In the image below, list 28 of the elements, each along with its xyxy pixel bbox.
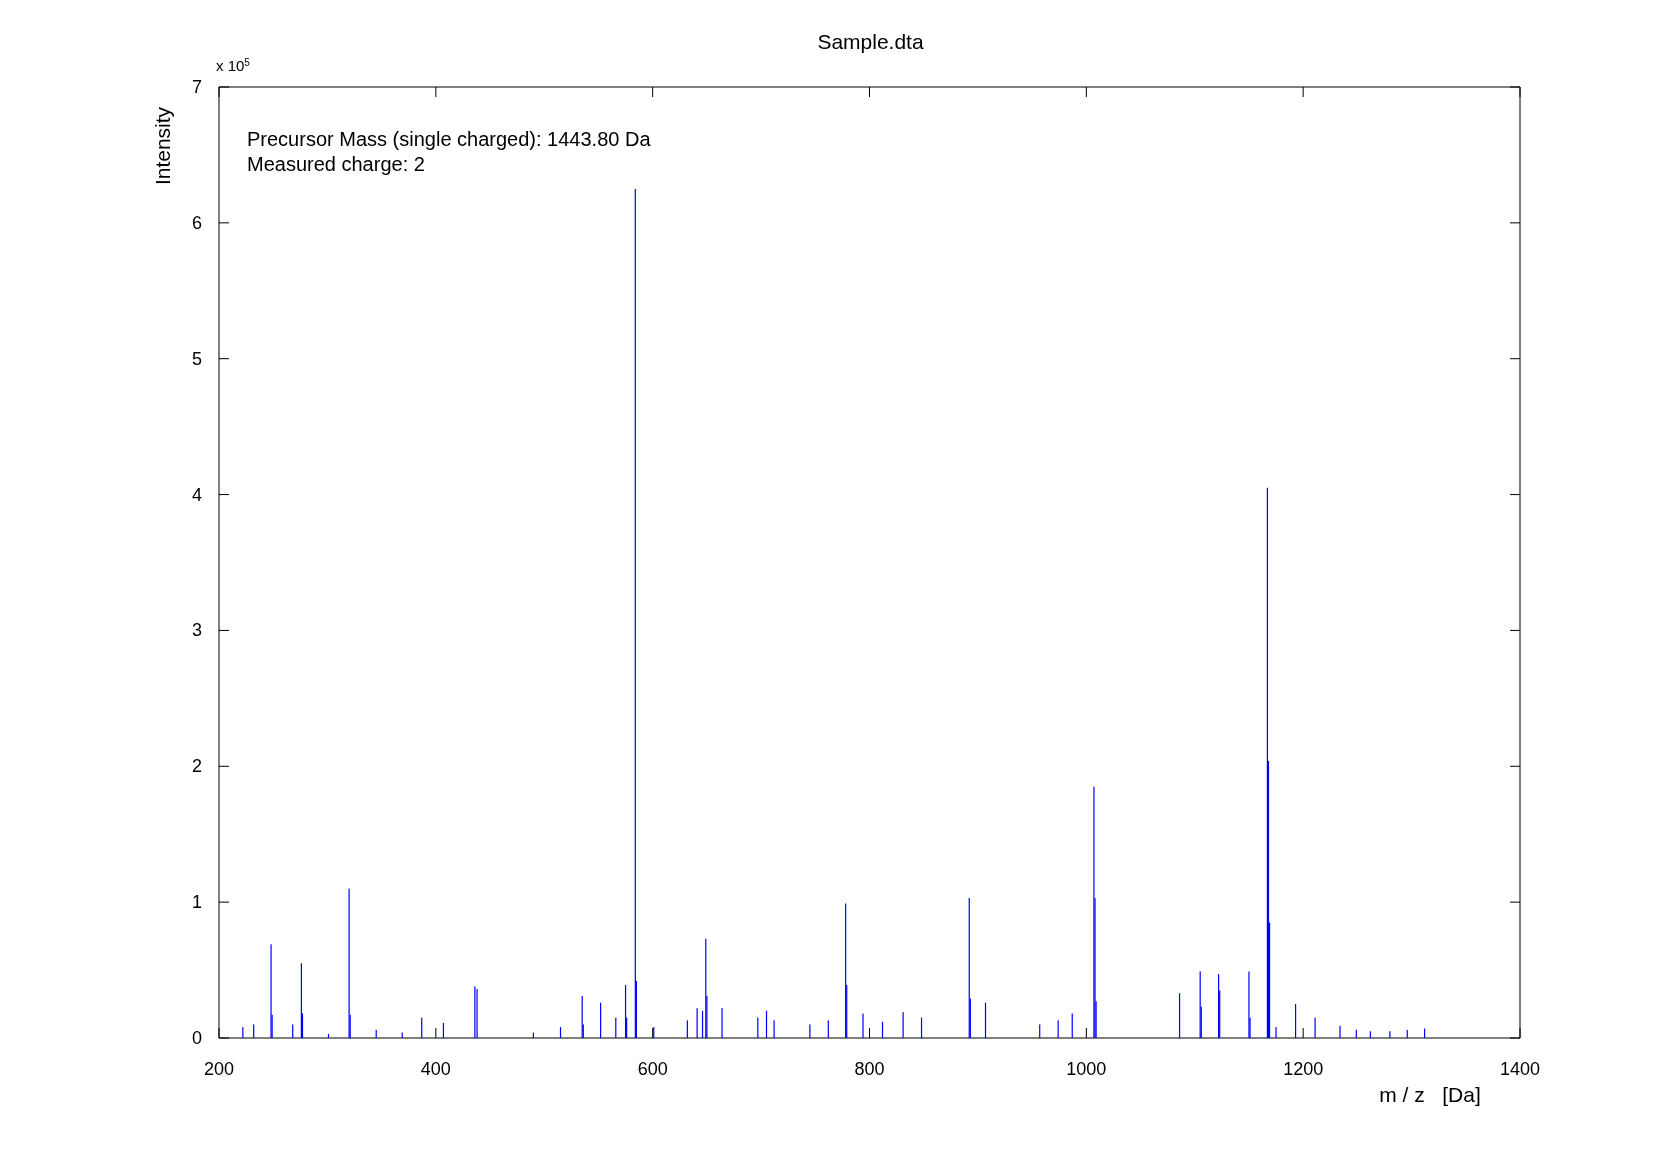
- annotation-text: Measured charge: 2: [247, 153, 425, 175]
- spectrum-peak: [881, 1021, 884, 1038]
- spectrum-peak: [920, 1017, 923, 1038]
- axis-multiplier: x 10$^{5}$: [216, 58, 250, 73]
- y-axis-label: Intensity: [151, 106, 174, 186]
- axis-tick-label: 0: [192, 1028, 202, 1048]
- axis-tick-label: 1200: [1283, 1059, 1324, 1079]
- axis-tick-label: 1000: [1066, 1059, 1107, 1079]
- chart-title: Sample.dta: [817, 30, 924, 53]
- axis-tick-label: 200: [204, 1059, 234, 1079]
- spectrum-peak: [1178, 993, 1181, 1038]
- spectrum-peak: [327, 1033, 330, 1038]
- spectrum-peak: [984, 1002, 987, 1038]
- spectrum-peak: [765, 1010, 768, 1038]
- annotation-text: Precursor Mass (single charged): 1443.80 Da: [247, 128, 651, 150]
- axis-tick-label: 7: [192, 77, 202, 97]
- axis-tick-label: 1: [192, 892, 202, 913]
- axis-tick-label: 400: [420, 1059, 451, 1079]
- axis-tick-label: 5: [192, 348, 202, 369]
- axis-tick-label: 600: [637, 1059, 668, 1079]
- x-axis-label: m / z [Da]: [1379, 1083, 1481, 1106]
- axis-tick-label: 4: [192, 484, 202, 505]
- axis-tick-label: 800: [854, 1059, 885, 1079]
- spectrum-peak: [559, 1027, 562, 1038]
- axis-tick-label: 6: [192, 212, 202, 233]
- axis-tick-label: 2: [192, 756, 202, 777]
- axis-tick-label: 3: [192, 620, 202, 641]
- axis-tick-label: 1400: [1500, 1059, 1540, 1079]
